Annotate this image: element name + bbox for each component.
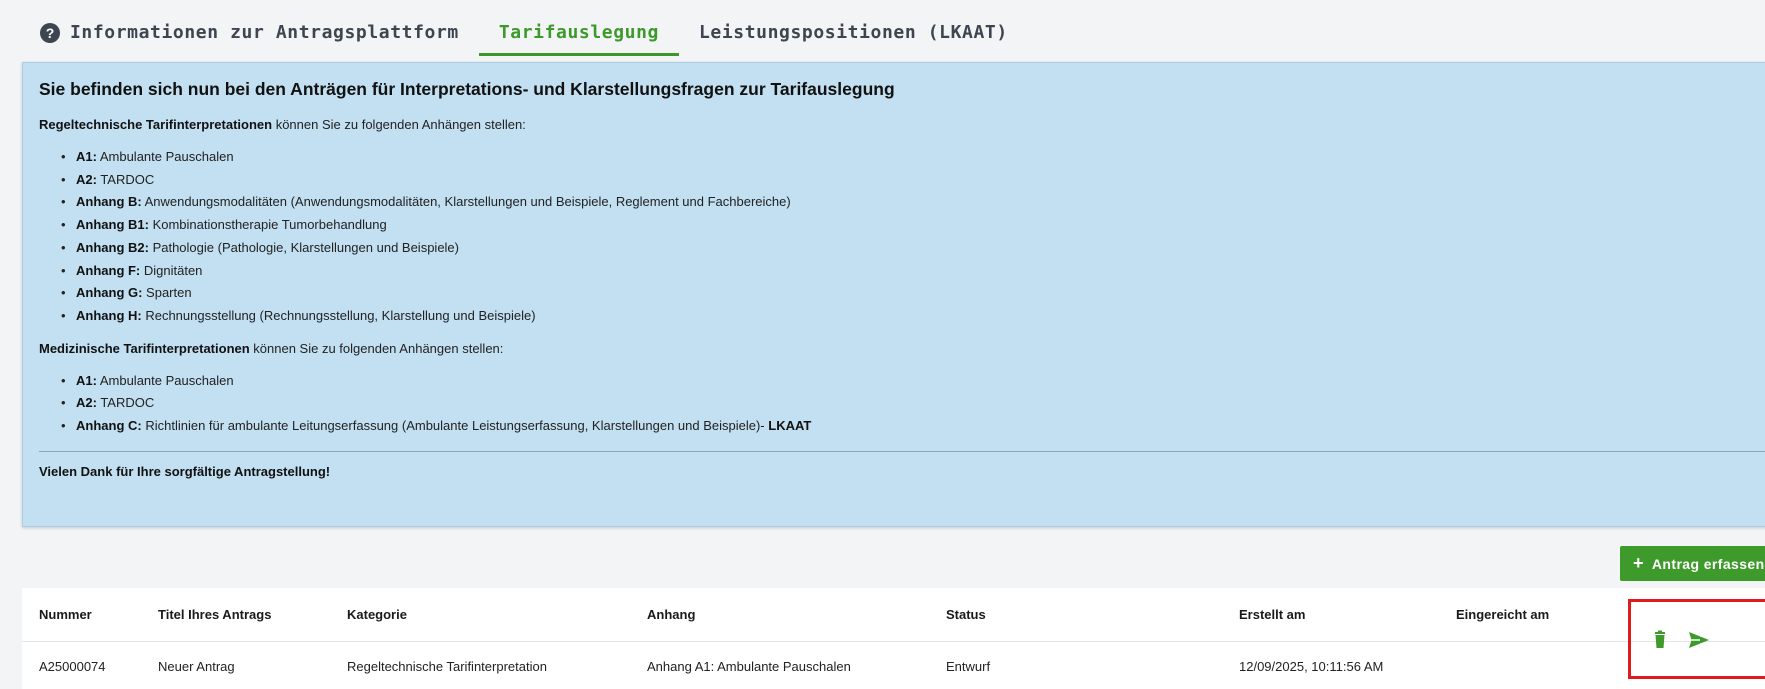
row-actions-highlight <box>1628 599 1765 679</box>
list-item: Anhang B1: Kombinationstherapie Tumorbeh… <box>61 214 1765 237</box>
cell-titel: Neuer Antrag <box>158 658 235 674</box>
annex-text: Ambulante Pauschalen <box>96 372 234 388</box>
col-titel[interactable]: Titel Ihres Antrags <box>158 588 271 641</box>
annex-text: Richtlinien für ambulante Leitungserfass… <box>141 418 769 434</box>
table-row[interactable]: A25000074 Neuer Antrag Regeltechnische T… <box>22 643 1765 689</box>
col-eingereicht[interactable]: Eingereicht am <box>1456 588 1549 641</box>
annex-text: Ambulante Pauschalen <box>96 149 234 164</box>
antraege-table: Nummer Titel Ihres Antrags Kategorie Anh… <box>22 588 1765 689</box>
submit-button[interactable] <box>1685 626 1713 654</box>
intro-text: können Sie zu folgenden Anhängen stellen… <box>272 117 526 132</box>
add-antrag-label: Antrag erfassen <box>1651 555 1765 572</box>
annex-key: A2: <box>76 395 97 411</box>
tab-label: Tarifauslegung <box>498 22 659 43</box>
annex-key: Anhang H: <box>76 307 142 323</box>
annex-key: A2: <box>76 171 97 187</box>
list-item: Anhang C: Richtlinien für ambulante Leit… <box>61 415 1765 438</box>
annex-text: Kombinationstherapie Tumorbehandlung <box>148 217 387 233</box>
list-item: Anhang B2: Pathologie (Pathologie, Klars… <box>61 237 1765 260</box>
list-item: Anhang B: Anwendungsmodalitäten (Anwendu… <box>61 191 1765 214</box>
annex-tail: LKAAT <box>768 418 812 434</box>
table-header: Nummer Titel Ihres Antrags Kategorie Anh… <box>22 588 1765 642</box>
col-nummer[interactable]: Nummer <box>39 588 92 641</box>
annex-list-medizinisch: A1: Ambulante Pauschalen A2: TARDOC Anha… <box>61 370 1765 438</box>
add-antrag-button[interactable]: + Antrag erfassen <box>1620 546 1765 581</box>
cell-status: Entwurf <box>946 658 991 674</box>
cell-kategorie: Regeltechnische Tarifinterpretation <box>347 658 547 674</box>
trash-icon <box>1655 630 1665 648</box>
thanks-text: Vielen Dank für Ihre sorgfältige Antrags… <box>39 463 331 479</box>
delete-button[interactable] <box>1646 626 1674 654</box>
list-item: Anhang H: Rechnungsstellung (Rechnungsst… <box>61 305 1765 328</box>
list-item: A1: Ambulante Pauschalen <box>61 146 1765 169</box>
annex-text: Dignitäten <box>140 262 203 278</box>
annex-key: Anhang B2: <box>76 239 149 255</box>
intro-medizinisch: Medizinische Tarifinterpretationen könne… <box>39 341 1765 356</box>
annex-key: A1: <box>76 372 97 388</box>
col-erstellt[interactable]: Erstellt am <box>1239 588 1305 641</box>
list-item: Anhang F: Dignitäten <box>61 260 1765 283</box>
plus-icon: + <box>1633 553 1644 573</box>
annex-key: A1: <box>76 149 97 164</box>
annex-text: Rechnungsstellung (Rechnungsstellung, Kl… <box>141 307 536 323</box>
divider <box>39 450 1765 452</box>
col-kategorie[interactable]: Kategorie <box>347 588 407 641</box>
col-anhang[interactable]: Anhang <box>647 588 695 641</box>
intro-text: können Sie zu folgenden Anhängen stellen… <box>249 340 504 356</box>
annex-list-regeltechnisch: A1: Ambulante Pauschalen A2: TARDOC Anha… <box>61 146 1765 328</box>
tab-informationen[interactable]: ? Informationen zur Antragsplattform <box>20 12 479 56</box>
question-circle-icon: ? <box>40 22 60 43</box>
annex-key: Anhang C: <box>76 418 142 434</box>
cell-anhang: Anhang A1: Ambulante Pauschalen <box>647 658 851 674</box>
col-status[interactable]: Status <box>946 588 986 641</box>
annex-text: Pathologie (Pathologie, Klarstellungen u… <box>148 239 459 255</box>
cell-erstellt: 12/09/2025, 10:11:56 AM <box>1239 658 1384 674</box>
intro-regeltechnisch: Regeltechnische Tarifinterpretationen kö… <box>39 117 1765 132</box>
list-item: A2: TARDOC <box>61 392 1765 415</box>
annex-key: Anhang B1: <box>76 217 149 233</box>
list-item: A2: TARDOC <box>61 169 1765 192</box>
annex-key: Anhang G: <box>76 285 143 301</box>
annex-key: Anhang F: <box>76 262 141 278</box>
send-icon <box>1689 632 1709 648</box>
annex-text: Sparten <box>142 285 192 301</box>
tab-leistungspositionen[interactable]: Leistungspositionen (LKAAT) <box>679 12 1028 56</box>
tab-bar: ? Informationen zur Antragsplattform Tar… <box>20 12 1765 56</box>
tab-label: Leistungspositionen (LKAAT) <box>698 22 1008 43</box>
list-item: A1: Ambulante Pauschalen <box>61 370 1765 393</box>
tab-tarifauslegung[interactable]: Tarifauslegung <box>478 12 679 56</box>
intro-bold: Medizinische Tarifinterpretationen <box>39 340 250 356</box>
annex-text: TARDOC <box>96 171 155 187</box>
info-panel: Sie befinden sich nun bei den Anträgen f… <box>22 62 1765 527</box>
cell-nummer: A25000074 <box>39 658 106 674</box>
info-title: Sie befinden sich nun bei den Anträgen f… <box>39 79 895 99</box>
annex-key: Anhang B: <box>76 194 142 210</box>
tab-label: Informationen zur Antragsplattform <box>70 22 459 43</box>
intro-bold: Regeltechnische Tarifinterpretationen <box>39 117 273 132</box>
annex-text: TARDOC <box>96 395 155 411</box>
list-item: Anhang G: Sparten <box>61 282 1765 305</box>
annex-text: Anwendungsmodalitäten (Anwendungsmodalit… <box>141 194 791 210</box>
